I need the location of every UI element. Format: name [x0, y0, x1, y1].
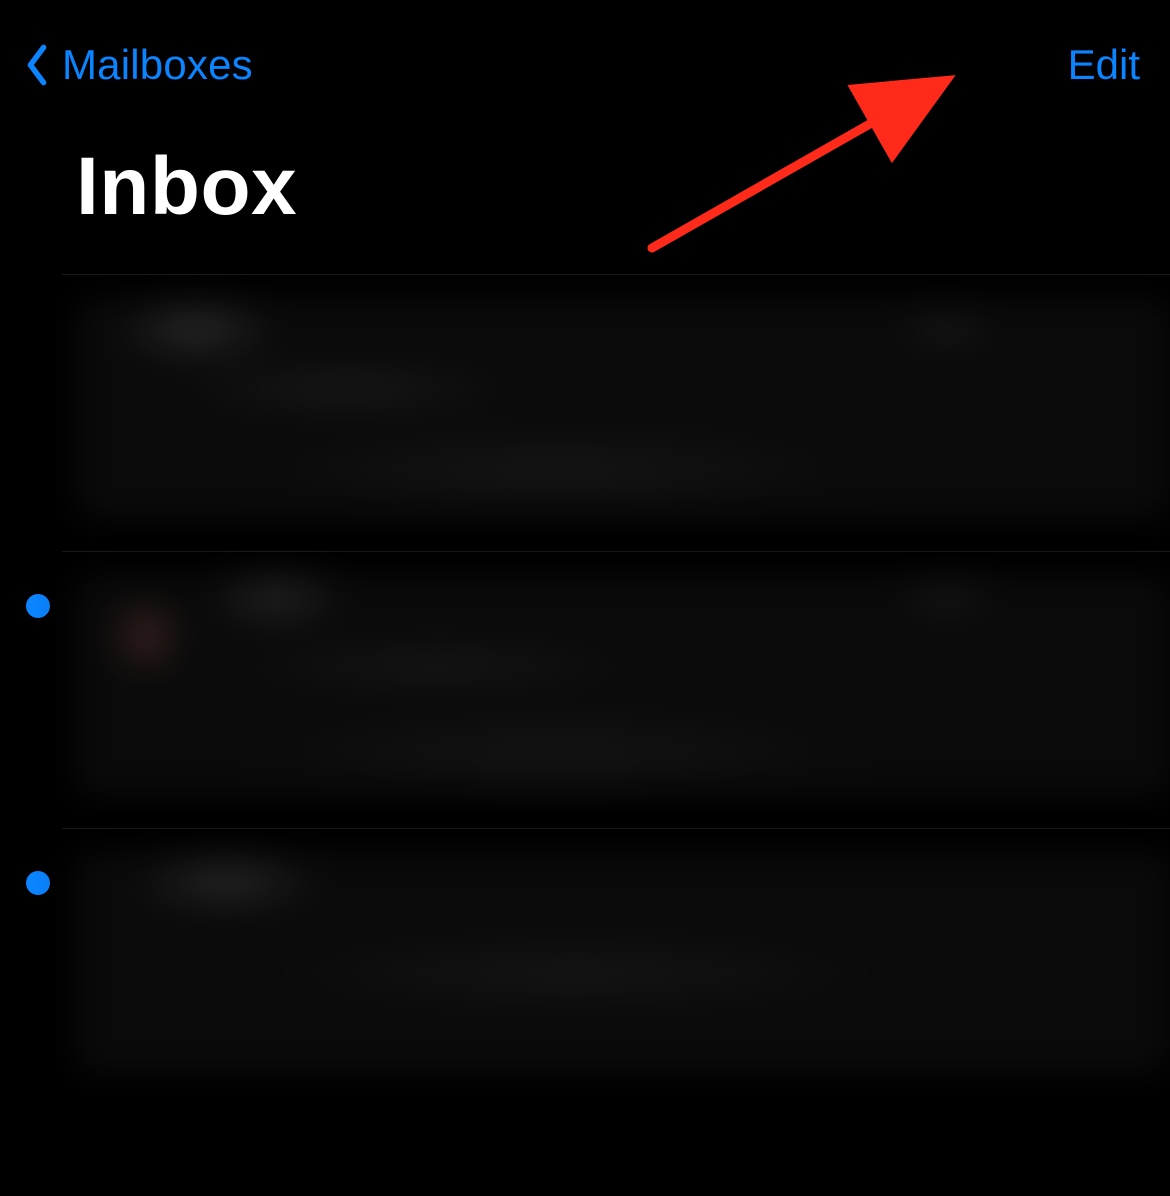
- message-preview-blurred: [76, 853, 1170, 1073]
- message-preview-blurred: [76, 299, 1170, 519]
- message-row[interactable]: [62, 551, 1170, 828]
- message-list[interactable]: [0, 274, 1170, 1105]
- nav-bar: Mailboxes Edit: [0, 0, 1170, 110]
- edit-button[interactable]: Edit: [1068, 41, 1140, 89]
- back-button[interactable]: Mailboxes: [18, 39, 253, 91]
- message-row[interactable]: [62, 828, 1170, 1105]
- message-row[interactable]: [62, 274, 1170, 551]
- chevron-left-icon: [18, 39, 56, 91]
- back-label: Mailboxes: [62, 41, 253, 89]
- unread-dot-icon: [26, 871, 50, 895]
- page-title: Inbox: [0, 110, 1170, 274]
- unread-dot-icon: [26, 594, 50, 618]
- message-preview-blurred: [76, 576, 1170, 796]
